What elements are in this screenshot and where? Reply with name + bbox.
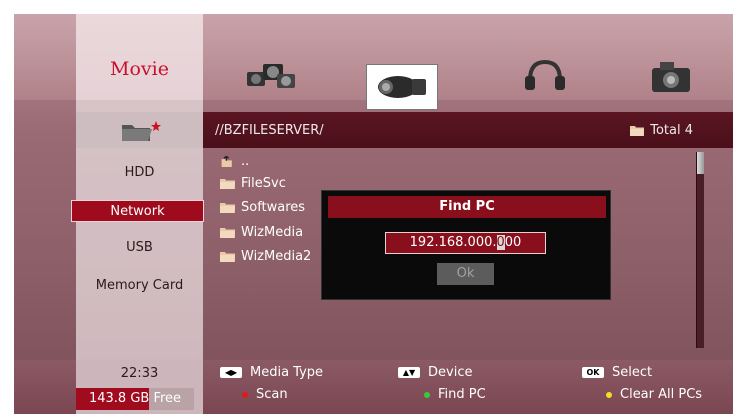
total-label: Total 4 [650, 122, 693, 138]
media-player-screen: Movie //BZFILESERVER/ Total 4 HDD Networ… [14, 14, 733, 414]
ip-cursor: 0 [496, 235, 505, 250]
dialog-title: Find PC [328, 196, 606, 218]
network-folder-icon [76, 112, 203, 148]
hint-scan-label: Scan [256, 387, 288, 402]
ok-button[interactable]: Ok [437, 263, 494, 285]
source-network[interactable]: Network [71, 200, 204, 222]
free-space-indicator: 143.8 GB Free [76, 388, 194, 410]
scrollbar[interactable] [696, 152, 704, 348]
hint-device-label: Device [428, 365, 473, 380]
camera-icon[interactable] [638, 54, 704, 98]
yellow-dot-icon [606, 391, 612, 398]
list-item[interactable]: Softwares [220, 200, 305, 215]
hint-device: ▲▼ Device [398, 365, 472, 380]
folder-icon [220, 252, 235, 262]
file-name: WizMedia2 [241, 249, 312, 264]
file-name: FileSvc [241, 176, 286, 191]
list-item[interactable]: FileSvc [220, 176, 286, 191]
mode-title-panel [76, 14, 203, 100]
hint-media-type-label: Media Type [250, 365, 324, 380]
find-pc-dialog: Find PC 192.168.000.000 Ok [321, 190, 611, 300]
path-bar: //BZFILESERVER/ Total 4 [203, 112, 733, 148]
scroll-thumb[interactable] [697, 152, 704, 174]
green-dot-icon [424, 391, 430, 398]
list-item[interactable]: .. [220, 154, 249, 169]
list-item[interactable]: WizMedia2 [220, 249, 311, 264]
clock: 22:33 [120, 366, 159, 381]
file-name: WizMedia [241, 225, 304, 240]
parent-folder-icon [221, 156, 232, 167]
source-hdd[interactable]: HDD [76, 165, 203, 180]
hint-scan: Scan [242, 387, 288, 402]
left-right-key-icon: ◀▶ [220, 367, 242, 378]
hint-clear-all: Clear All PCs [606, 387, 702, 402]
file-name: Softwares [241, 200, 306, 215]
source-memory-card[interactable]: Memory Card [76, 278, 203, 293]
list-item[interactable]: WizMedia [220, 225, 303, 240]
ip-text-after: 00 [504, 235, 522, 250]
hint-media-type: ◀▶ Media Type [220, 365, 323, 380]
red-dot-icon [242, 391, 248, 398]
hint-select: OK Select [582, 365, 652, 380]
headphones-icon[interactable] [512, 54, 578, 98]
folder-icon [630, 125, 645, 136]
folder-icon [220, 179, 235, 189]
hint-select-label: Select [612, 365, 653, 380]
photo-icon[interactable] [238, 54, 304, 98]
ok-key-icon: OK [582, 367, 604, 378]
file-name: .. [241, 154, 250, 169]
mode-title: Movie [110, 58, 169, 80]
folder-icon [220, 228, 235, 238]
hint-find-pc: Find PC [424, 387, 486, 402]
hint-clear-all-label: Clear All PCs [620, 387, 703, 402]
total-count: Total 4 [630, 123, 693, 138]
ip-address-input[interactable]: 192.168.000.000 [385, 232, 546, 254]
source-usb[interactable]: USB [76, 240, 203, 255]
folder-icon [220, 203, 235, 213]
current-path: //BZFILESERVER/ [215, 122, 324, 138]
up-down-key-icon: ▲▼ [398, 367, 420, 378]
video-camera-icon[interactable] [366, 64, 438, 110]
ip-text-before: 192.168.000. [409, 235, 497, 250]
hint-find-pc-label: Find PC [438, 387, 486, 402]
